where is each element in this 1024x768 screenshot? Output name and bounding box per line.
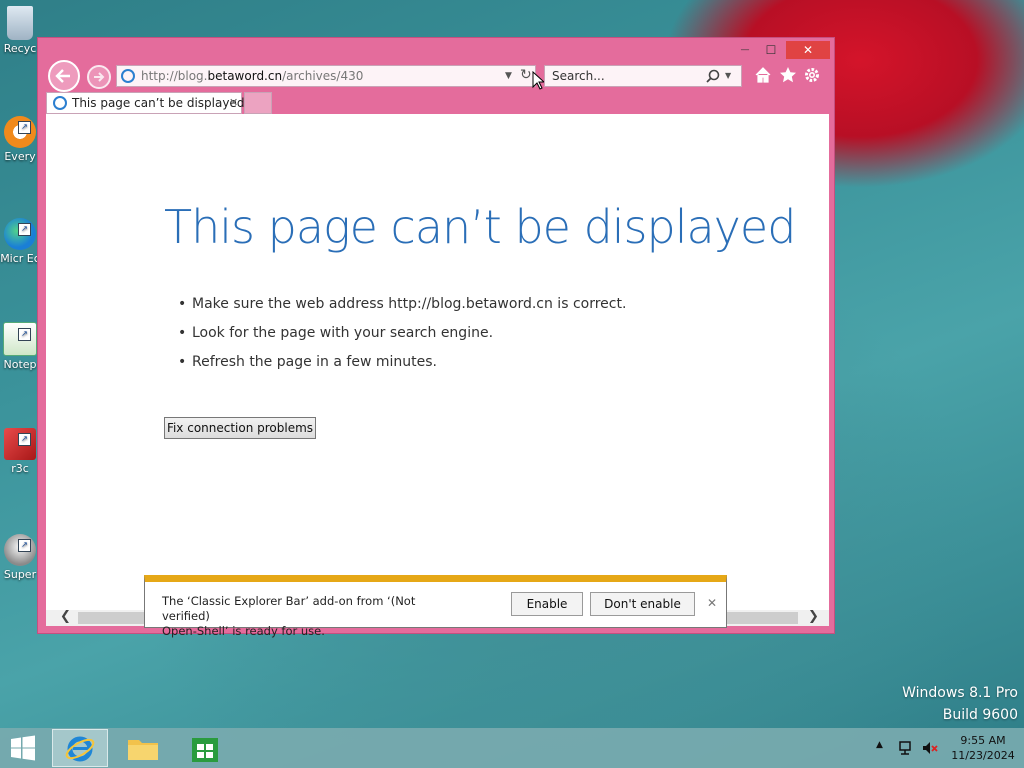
edge-icon: ↗	[4, 218, 36, 250]
shortcut-arrow-icon: ↗	[18, 328, 31, 341]
volume-muted-icon[interactable]	[922, 740, 938, 756]
desktop-icon-everything[interactable]: ↗ Every	[0, 116, 40, 163]
clock-time: 9:55 AM	[960, 734, 1006, 747]
address-bar[interactable]: http://blog.betaword.cn/archives/430 ▼ ↻	[116, 65, 536, 87]
super-icon: ↗	[4, 534, 36, 566]
search-box[interactable]: Search... ▼	[544, 65, 742, 87]
desktop-icon-label: Every	[4, 150, 36, 163]
desktop-icon-recycle-bin[interactable]: Recyc	[0, 6, 40, 55]
tab-title: This page can’t be displayed	[72, 96, 245, 110]
fix-connection-problems-button[interactable]: Fix connection problems	[164, 417, 316, 439]
page-content: This page can’t be displayed Make sure t…	[46, 114, 829, 626]
shortcut-arrow-icon: ↗	[18, 433, 31, 446]
everything-icon: ↗	[4, 116, 36, 148]
shortcut-arrow-icon: ↗	[18, 121, 31, 134]
recycle-bin-icon	[7, 6, 33, 40]
forward-arrow-icon	[94, 72, 105, 82]
notepad-icon: ↗	[3, 322, 37, 356]
address-path: /archives/430	[282, 69, 364, 83]
desktop-icon-label: r3c	[11, 462, 29, 475]
tools-gear-icon[interactable]	[803, 66, 821, 84]
taskbar-store[interactable]	[178, 729, 234, 767]
addon-notification-bar: The ‘Classic Explorer Bar’ add-on from ‘…	[144, 575, 727, 638]
ie-page-icon	[121, 69, 135, 83]
suggestion-item: Look for the page with your search engin…	[191, 323, 626, 352]
watermark-edition: Windows 8.1 Pro	[902, 685, 1018, 701]
tab-active[interactable]: This page can’t be displayed ✕	[46, 92, 245, 114]
internet-explorer-icon	[65, 736, 95, 762]
search-input[interactable]: Search...	[552, 66, 605, 86]
minimize-button[interactable]: —	[732, 41, 758, 59]
enable-button[interactable]: Enable	[511, 592, 583, 616]
desktop-icon-notepad[interactable]: ↗ Notep	[0, 322, 40, 371]
search-dropdown-icon[interactable]: ▼	[725, 66, 731, 86]
close-window-button[interactable]: ✕	[786, 41, 830, 59]
desktop-icon-label: Notep	[3, 358, 37, 371]
maximize-button[interactable]: ☐	[758, 41, 784, 59]
tab-close-icon[interactable]: ✕	[229, 93, 238, 113]
forward-button[interactable]	[87, 65, 111, 89]
windows-logo-icon	[11, 735, 35, 761]
network-icon[interactable]	[898, 740, 914, 756]
address-dropdown-icon[interactable]: ▼	[505, 66, 512, 86]
notification-close-icon[interactable]: ✕	[707, 596, 717, 610]
favorites-star-icon[interactable]	[779, 66, 797, 84]
search-icon[interactable]	[706, 69, 720, 83]
dont-enable-button[interactable]: Don't enable	[590, 592, 695, 616]
error-title: This page can’t be displayed	[164, 200, 796, 254]
notification-message: The ‘Classic Explorer Bar’ add-on from ‘…	[162, 594, 462, 639]
clock-date: 11/23/2024	[951, 749, 1015, 762]
desktop-icon-r3c[interactable]: ↗ r3c	[0, 428, 40, 475]
system-tray: ▲ 9:55 AM 11/23/2024	[872, 728, 1024, 768]
watermark-build: Build 9600	[942, 707, 1018, 723]
folder-icon	[128, 740, 158, 760]
tab-ie-icon	[53, 96, 67, 110]
r3c-icon: ↗	[4, 428, 36, 460]
start-button[interactable]	[0, 729, 46, 767]
back-arrow-icon	[55, 69, 70, 83]
error-suggestions-list: Make sure the web address http://blog.be…	[191, 294, 626, 381]
shortcut-arrow-icon: ↗	[18, 223, 31, 236]
scroll-left-icon[interactable]: ❮	[60, 609, 71, 624]
taskbar: ▲ 9:55 AM 11/23/2024	[0, 728, 1024, 768]
notification-line-2: Open-Shell’ is ready for use.	[162, 624, 325, 638]
windows-version-watermark: Windows 8.1 Pro Build 9600	[902, 685, 1018, 723]
suggestion-item: Refresh the page in a few minutes.	[191, 352, 626, 381]
shortcut-arrow-icon: ↗	[18, 539, 31, 552]
suggestion-item: Make sure the web address http://blog.be…	[191, 294, 626, 323]
home-icon[interactable]	[754, 66, 772, 84]
show-hidden-icons-icon[interactable]: ▲	[876, 740, 883, 750]
desktop-icon-label: Recyc	[3, 42, 37, 55]
address-domain: betaword.cn	[207, 69, 283, 83]
clock[interactable]: 9:55 AM 11/23/2024	[948, 733, 1018, 763]
taskbar-file-explorer[interactable]	[116, 729, 172, 767]
desktop-icon-super[interactable]: ↗ Super	[0, 534, 40, 581]
desktop-icon-edge[interactable]: ↗ Micr Ec	[0, 218, 40, 265]
address-prefix: http://blog.	[141, 69, 208, 83]
back-button[interactable]	[48, 60, 80, 92]
refresh-icon[interactable]: ↻	[520, 65, 532, 85]
internet-explorer-window: — ☐ ✕ http://blog.betaword.cn/archives/4…	[37, 37, 835, 634]
store-icon	[192, 738, 218, 762]
desktop-icon-label: Super	[3, 568, 37, 581]
notification-line-1: The ‘Classic Explorer Bar’ add-on from ‘…	[162, 594, 416, 623]
new-tab-button[interactable]	[244, 92, 272, 114]
taskbar-internet-explorer[interactable]	[52, 729, 108, 767]
desktop-icon-label: Micr Ec	[0, 252, 40, 265]
scroll-right-icon[interactable]: ❯	[808, 609, 819, 624]
